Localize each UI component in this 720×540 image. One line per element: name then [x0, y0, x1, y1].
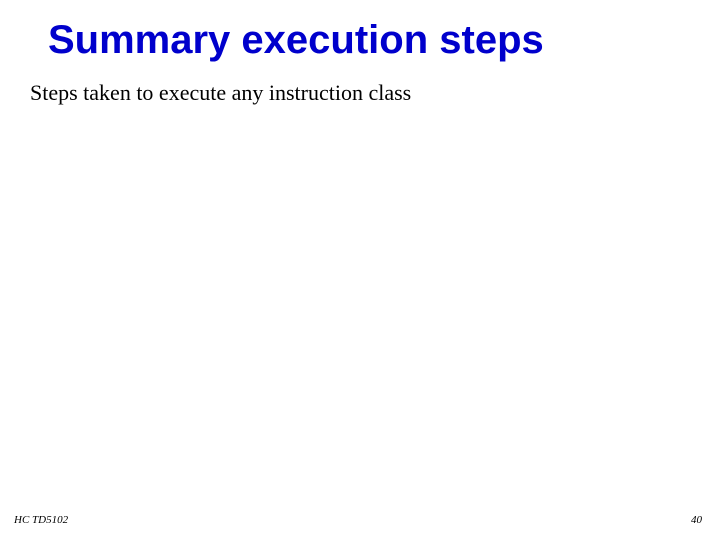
slide-subtitle: Steps taken to execute any instruction c…: [30, 80, 411, 106]
slide-container: Summary execution steps Steps taken to e…: [0, 0, 720, 540]
footer-left: HC TD5102: [14, 514, 68, 526]
slide-title: Summary execution steps: [48, 18, 544, 63]
page-number: 40: [691, 514, 702, 526]
